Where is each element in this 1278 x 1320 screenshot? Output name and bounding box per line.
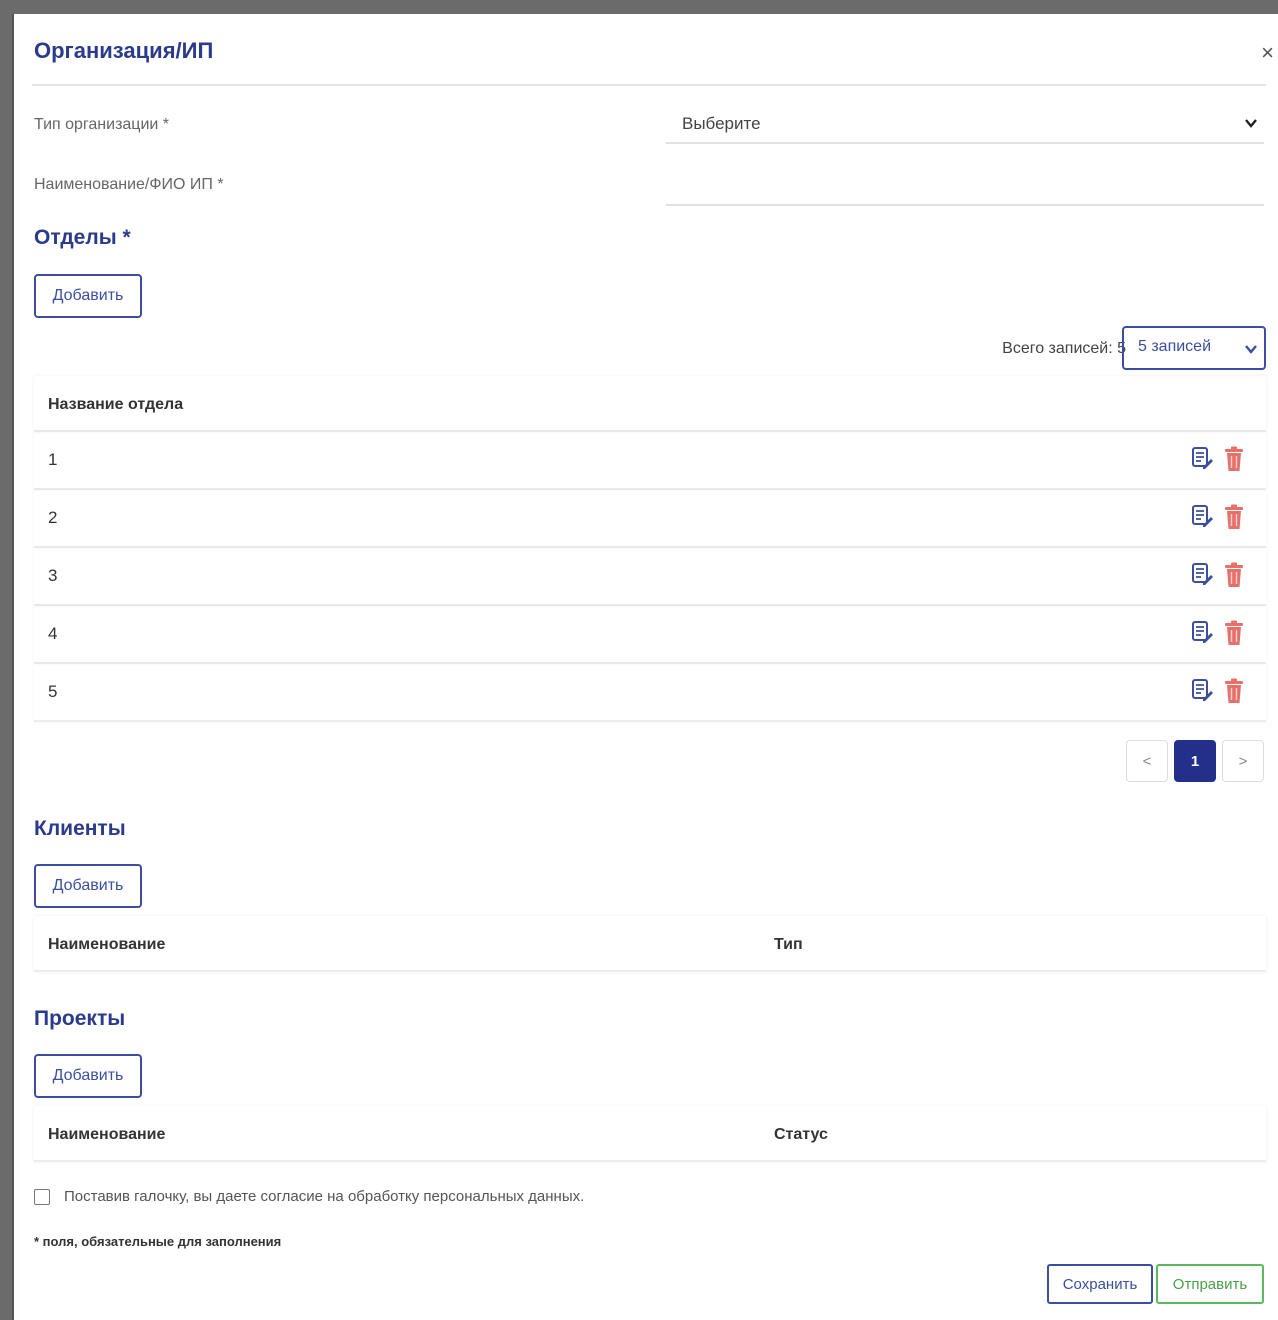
column-header-name: Наименование (48, 936, 166, 953)
page-size-select[interactable]: 5 записей (1122, 326, 1266, 370)
column-header-type: Тип (774, 936, 803, 953)
add-department-button[interactable]: Добавить (34, 274, 142, 318)
trash-icon[interactable] (1222, 562, 1246, 588)
column-header-status: Статус (774, 1126, 828, 1143)
org-type-select[interactable]: Выберите (666, 110, 1264, 144)
trash-icon[interactable] (1222, 678, 1246, 704)
trash-icon[interactable] (1222, 504, 1246, 530)
department-name-cell: 4 (48, 624, 58, 643)
page-size-value: 5 записей (1138, 338, 1212, 355)
page-button-current[interactable]: 1 (1174, 740, 1216, 782)
next-page-button[interactable]: > (1222, 740, 1264, 782)
table-header: Наименование Тип (34, 916, 1266, 972)
edit-document-icon[interactable] (1190, 620, 1214, 646)
edit-document-icon[interactable] (1190, 562, 1214, 588)
org-type-label: Тип организации * (34, 116, 170, 133)
projects-table: Наименование Статус (34, 1106, 1266, 1162)
row-actions (1190, 678, 1246, 704)
row-actions (1190, 446, 1246, 472)
column-header-department-name: Название отдела (48, 396, 184, 413)
required-fields-note: * поля, обязательные для заполнения (34, 1234, 282, 1249)
edit-document-icon[interactable] (1190, 504, 1214, 530)
close-button[interactable]: × (1261, 42, 1274, 64)
edit-document-icon[interactable] (1190, 446, 1214, 472)
row-actions (1190, 562, 1246, 588)
send-button[interactable]: Отправить (1156, 1264, 1264, 1304)
org-name-label: Наименование/ФИО ИП * (34, 176, 224, 193)
trash-icon[interactable] (1222, 620, 1246, 646)
department-name-cell: 5 (48, 682, 58, 701)
table-header: Название отдела (34, 376, 1266, 432)
table-row: 1 (34, 432, 1266, 490)
org-type-select-value: Выберите (682, 114, 761, 133)
projects-title: Проекты (34, 1007, 126, 1030)
row-actions (1190, 504, 1246, 530)
department-name-cell: 2 (48, 508, 58, 527)
consent-checkbox[interactable] (34, 1188, 50, 1205)
row-actions (1190, 620, 1246, 646)
add-client-button[interactable]: Добавить (34, 864, 142, 908)
save-button[interactable]: Сохранить (1047, 1264, 1153, 1304)
consent-row: Поставив галочку, вы даете согласие на о… (34, 1188, 584, 1205)
table-row: 2 (34, 490, 1266, 548)
consent-text: Поставив галочку, вы даете согласие на о… (64, 1188, 585, 1205)
table-header: Наименование Статус (34, 1106, 1266, 1162)
pagination: < 1 > (1126, 740, 1264, 782)
add-project-button[interactable]: Добавить (34, 1054, 142, 1098)
clients-table: Наименование Тип (34, 916, 1266, 972)
department-name-cell: 1 (48, 450, 58, 469)
modal-title: Организация/ИП (34, 38, 214, 63)
org-name-input[interactable] (666, 170, 1264, 206)
table-row: 3 (34, 548, 1266, 606)
departments-table: Название отдела 1 2 3 4 5 (34, 376, 1266, 722)
departments-title: Отделы * (34, 226, 131, 249)
clients-title: Клиенты (34, 817, 126, 840)
chevron-down-icon (1245, 119, 1257, 128)
prev-page-button[interactable]: < (1126, 740, 1168, 782)
modal-header: Организация/ИП × (32, 14, 1274, 86)
table-row: 4 (34, 606, 1266, 664)
department-name-cell: 3 (48, 566, 58, 585)
trash-icon[interactable] (1222, 446, 1246, 472)
column-header-name: Наименование (48, 1126, 166, 1143)
chevron-down-icon (1245, 345, 1257, 354)
table-row: 5 (34, 664, 1266, 722)
edit-document-icon[interactable] (1190, 678, 1214, 704)
organization-modal: Организация/ИП × Тип организации * Выбер… (12, 14, 1278, 1320)
total-records-label: Всего записей: 5 (1002, 340, 1126, 357)
